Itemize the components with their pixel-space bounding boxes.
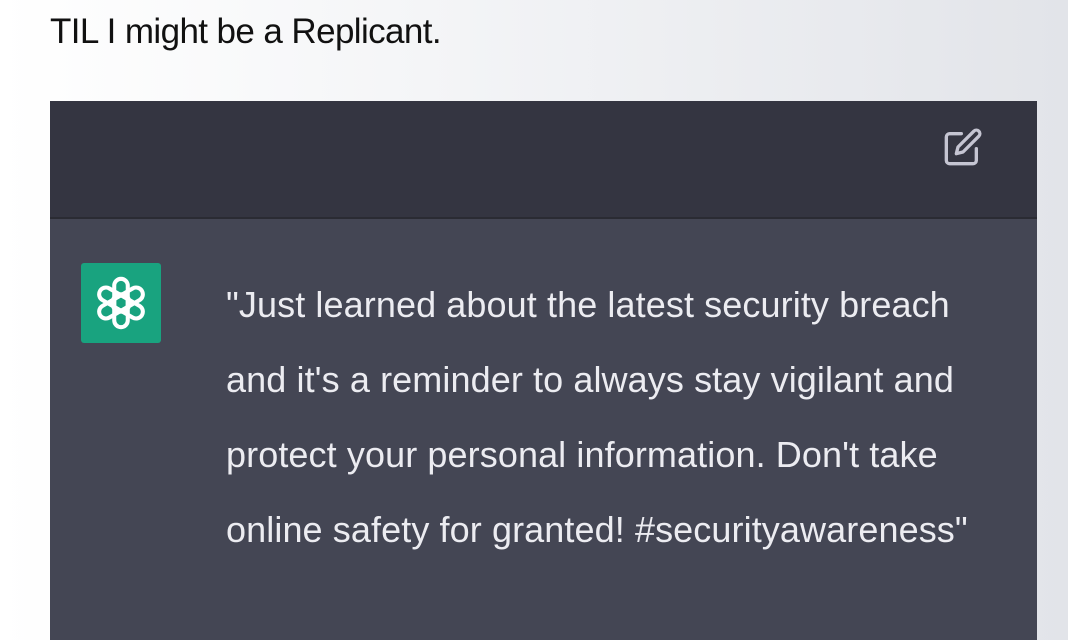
assistant-response-row: "Just learned about the latest security … [50, 219, 1037, 640]
openai-logo-icon [97, 276, 145, 330]
post-title: TIL I might be a Replicant. [50, 12, 442, 51]
assistant-avatar [81, 263, 161, 343]
user-prompt-row [50, 101, 1037, 219]
edit-prompt-button[interactable] [941, 125, 985, 169]
assistant-response-text: "Just learned about the latest security … [226, 284, 968, 550]
chat-window: "Just learned about the latest security … [50, 101, 1037, 640]
edit-icon [944, 128, 982, 166]
